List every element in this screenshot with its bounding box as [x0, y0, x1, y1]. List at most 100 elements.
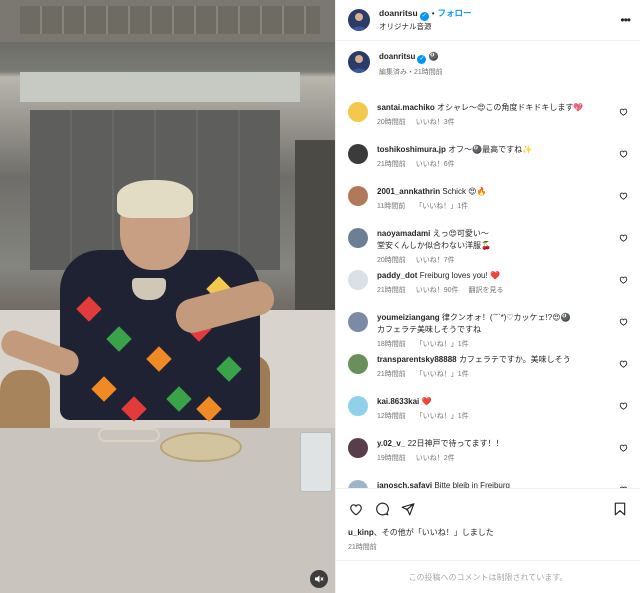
comment-row: youmeiziangang 律クンオォ！(ˊ˘ˋ*)♡カッケェ!?😍🎱 カフェ… [348, 312, 628, 354]
comment-time[interactable]: 20時間前 [377, 257, 406, 264]
post-actions: u_kinp、その他が「いいね！」しました 21時間前 [336, 488, 640, 552]
comment-time[interactable]: 20時間前 [377, 119, 406, 126]
audio-label[interactable]: オリジナル音源 [379, 21, 472, 33]
comment-text: Bitte bleib in Freiburg [434, 481, 510, 488]
comment-row: naoyamadami えっ😍可愛い〜 堂安くんしか似合わない洋服🍒 20時間前… [348, 228, 628, 270]
caption-row: doanritsu ✓ 🎱 編集済み・21時間前 [348, 51, 628, 94]
comment-text: ❤️ [421, 397, 432, 406]
commenter-avatar[interactable] [348, 270, 368, 290]
commenter-avatar[interactable] [348, 438, 368, 458]
photo-ceiling-grid [20, 6, 320, 34]
comment-time[interactable]: 19時間前 [377, 455, 406, 462]
comments-disabled-notice: この投稿へのコメントは制限されています。 [336, 560, 640, 593]
commenter-username[interactable]: naoyamadami [377, 229, 430, 238]
comment-text: Freiburg loves you! ❤️ [419, 271, 500, 280]
comment-like-heart-icon[interactable] [619, 318, 628, 328]
comment-time[interactable]: 21時間前 [377, 371, 406, 378]
comment-row: janosch.safavi Bitte bleib in Freiburg [348, 480, 628, 488]
comment-row: toshikoshimura.jp オフ〜🎱最高ですね✨ 21時間前 いいね！6… [348, 144, 628, 186]
post-header: doanritsu ✓ • フォロー オリジナル音源 ••• [336, 0, 640, 41]
comment-likes[interactable]: 「いいね！」1件 [416, 341, 469, 348]
comment-likes[interactable]: いいね！3件 [416, 119, 455, 126]
photo-person-shirt [60, 250, 260, 420]
comment-meta: 21時間前 いいね！90件 翻訳を見る [377, 285, 628, 297]
comment-like-heart-icon[interactable] [619, 192, 628, 202]
commenter-username[interactable]: 2001_annkathrin [377, 187, 440, 196]
comment-text: オフ〜🎱最高ですね✨ [448, 145, 533, 154]
verified-badge-icon: ✓ [419, 12, 429, 21]
comment-like-heart-icon[interactable] [619, 402, 628, 412]
commenter-avatar[interactable] [348, 354, 368, 374]
dot-separator: • [431, 9, 435, 18]
comment-like-heart-icon[interactable] [619, 150, 628, 160]
post-side-panel: doanritsu ✓ • フォロー オリジナル音源 ••• doanritsu ✓ 🎱… [335, 0, 640, 593]
comment-text: 22日神戸で待ってます！！ [407, 439, 504, 448]
commenter-username[interactable]: janosch.safavi [377, 481, 432, 488]
commenter-username[interactable]: paddy_dot [377, 271, 417, 280]
comment-likes[interactable]: 「いいね！」1件 [416, 371, 469, 378]
commenter-avatar[interactable] [348, 480, 368, 488]
comment-row: paddy_dot Freiburg loves you! ❤️ 21時間前 い… [348, 270, 628, 312]
photo-window [20, 72, 300, 102]
comment-meta: 12時間前 「いいね！」1件 [377, 411, 628, 423]
author-avatar[interactable] [348, 9, 370, 31]
heart-icon[interactable] [348, 501, 364, 517]
comment-likes[interactable]: いいね！2件 [416, 455, 455, 462]
caption-username[interactable]: doanritsu [379, 52, 415, 61]
commenter-avatar[interactable] [348, 228, 368, 248]
comment-like-heart-icon[interactable] [619, 234, 628, 244]
commenter-username[interactable]: y.02_v_ [377, 439, 405, 448]
comment-like-heart-icon[interactable] [619, 444, 628, 454]
commenter-username[interactable]: toshikoshimura.jp [377, 145, 446, 154]
comment-time[interactable]: 21時間前 [377, 161, 406, 168]
commenter-username[interactable]: santai.machiko [377, 103, 435, 112]
commenter-username[interactable]: youmeiziangang [377, 313, 440, 322]
commenter-avatar[interactable] [348, 396, 368, 416]
author-info: doanritsu ✓ • フォロー オリジナル音源 [379, 7, 472, 33]
bookmark-icon[interactable] [612, 501, 628, 517]
commenter-avatar[interactable] [348, 102, 368, 122]
comment-like-heart-icon[interactable] [619, 276, 628, 286]
comment-icon[interactable] [374, 501, 390, 517]
follow-button[interactable]: フォロー [438, 8, 472, 18]
comment-meta: 18時間前 「いいね！」1件 [377, 339, 628, 351]
photo-saucer [160, 432, 242, 462]
likes-summary: u_kinp、その他が「いいね！」しました [348, 527, 628, 538]
comment-row: santai.machiko オシャレ〜😍この角度ドキドキします💖 20時間前 … [348, 102, 628, 144]
share-icon[interactable] [400, 501, 416, 517]
speaker-muted-icon[interactable] [310, 570, 328, 588]
commenter-avatar[interactable] [348, 312, 368, 332]
liked-by-user[interactable]: u_kinp [348, 528, 374, 537]
comments-list[interactable]: doanritsu ✓ 🎱 編集済み・21時間前 santai.machiko オ… [336, 41, 640, 488]
comment-likes[interactable]: 「いいね！」1件 [415, 203, 468, 210]
author-username[interactable]: doanritsu [379, 8, 418, 18]
comment-meta: 21時間前 「いいね！」1件 [377, 369, 628, 381]
comment-text: オシャレ〜😍この角度ドキドキします💖 [437, 103, 584, 112]
comment-like-heart-icon[interactable] [619, 108, 628, 118]
comment-row: 2001_annkathrin Schick 😍🔥 11時間前 「いいね！」1件 [348, 186, 628, 228]
post-time[interactable]: 21時間前 [348, 542, 628, 552]
comment-time[interactable]: 11時間前 [377, 203, 405, 210]
commenter-username[interactable]: kai.8633kai [377, 397, 419, 406]
comment-text: Schick 😍🔥 [442, 187, 487, 196]
author-avatar[interactable] [348, 51, 370, 73]
comment-likes[interactable]: 「いいね！」1件 [416, 413, 469, 420]
commenter-avatar[interactable] [348, 186, 368, 206]
comment-time[interactable]: 18時間前 [377, 341, 406, 348]
comment-time[interactable]: 21時間前 [377, 287, 406, 294]
comment-like-heart-icon[interactable] [619, 360, 628, 370]
comment-likes[interactable]: いいね！90件 [416, 287, 459, 294]
comment-likes[interactable]: いいね！7件 [416, 257, 455, 264]
comment-meta: 21時間前 いいね！6件 [377, 159, 628, 171]
comment-row: transparentsky88888 カフェラテですか。美味しそう 21時間前… [348, 354, 628, 396]
comment-row: y.02_v_ 22日神戸で待ってます！！ 19時間前 いいね！2件 [348, 438, 628, 480]
comment-time[interactable]: 12時間前 [377, 413, 406, 420]
commenter-username[interactable]: transparentsky88888 [377, 355, 457, 364]
translate-link[interactable]: 翻訳を見る [469, 287, 504, 294]
comment-like-heart-icon[interactable] [619, 486, 628, 488]
more-icon[interactable]: ••• [620, 13, 631, 27]
globe-emoji-icon: 🎱 [428, 52, 439, 61]
comment-likes[interactable]: いいね！6件 [416, 161, 455, 168]
post-photo[interactable] [0, 0, 335, 593]
commenter-avatar[interactable] [348, 144, 368, 164]
